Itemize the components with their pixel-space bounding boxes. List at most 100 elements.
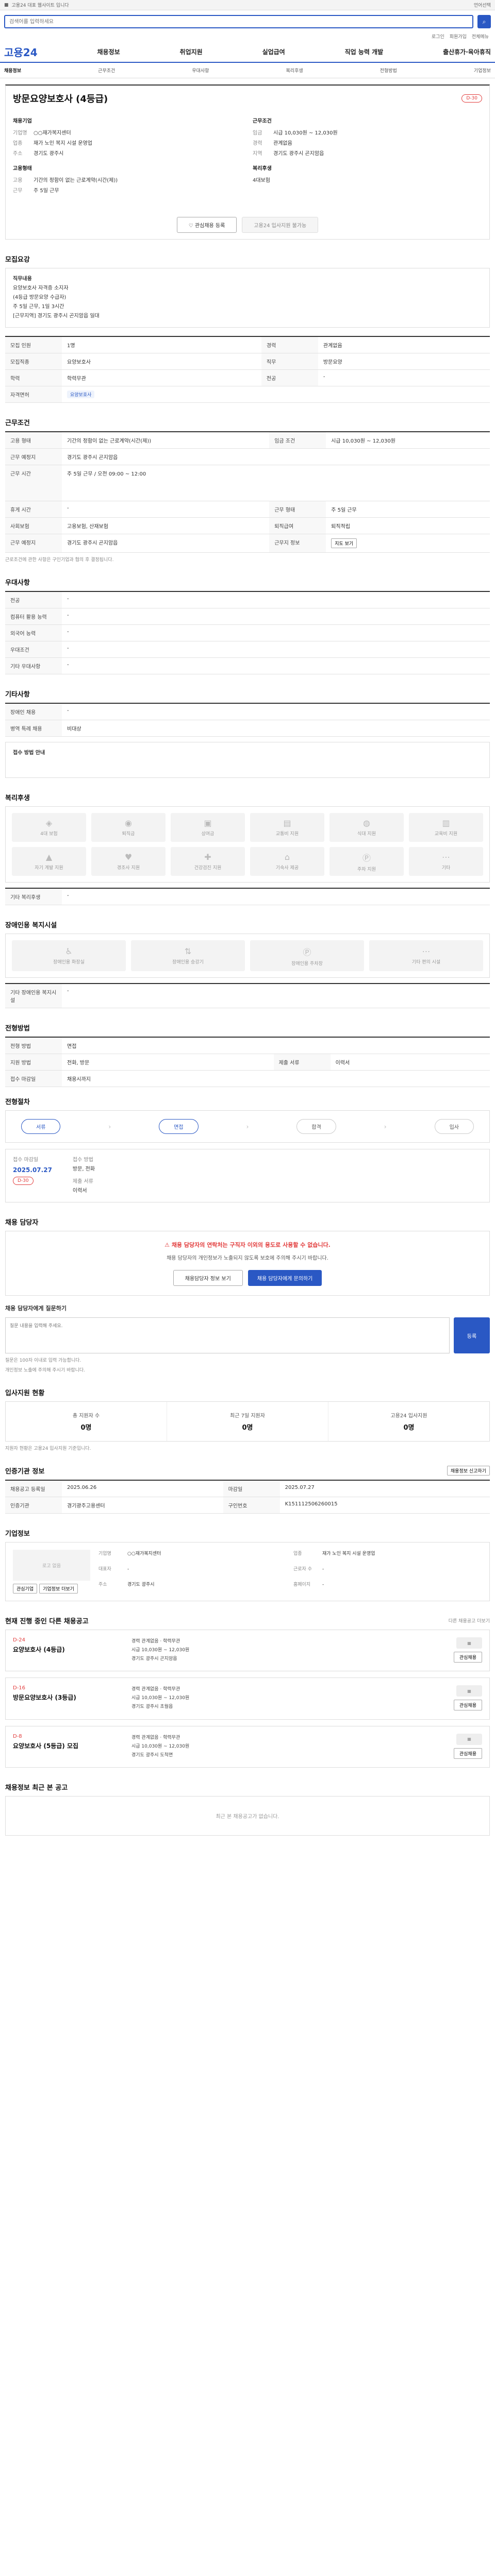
welfare-item: ▲ 자기 계발 지원 bbox=[12, 847, 86, 876]
card-title[interactable]: 방문요양보호사 (3등급) bbox=[13, 1693, 131, 1702]
job-card[interactable]: D-24 요양보호사 (4등급) 경력 관계없음 · 학력무관 시급 10,030원… bbox=[5, 1630, 490, 1672]
section-title: 전형방법 bbox=[5, 1025, 30, 1032]
table-row: 근무 예정지 경기도 광주시 곤지암읍 근무지 정보 지도 보기 bbox=[5, 534, 490, 553]
report-button[interactable]: 채용정보 신고하기 bbox=[447, 1466, 490, 1476]
tab-work[interactable]: 근무조건 bbox=[98, 67, 115, 74]
table-row: 채용공고 등록일 2025.06.26 마감일 2025.07.27 bbox=[5, 1480, 490, 1497]
table-cell: 지도 보기 bbox=[326, 534, 490, 553]
sitemap-link[interactable]: 전체메뉴 bbox=[472, 33, 489, 41]
card-scrap-button[interactable]: 관심채용 bbox=[453, 1748, 482, 1759]
disability-icon-grid: ♿ 장애인용 화장실 ⇅ 장애인용 승강기 Ⓟ 장애인용 주차장 ⋯ 기타 편의 시설 bbox=[5, 934, 490, 978]
gnb-item-leave[interactable]: 출산휴가·육아휴직 bbox=[443, 47, 491, 56]
section-title: 기업정보 bbox=[5, 1530, 30, 1538]
table-header-cell: 임금 조건 bbox=[269, 432, 326, 449]
scrap-button[interactable]: ♡ 관심채용 등록 bbox=[176, 217, 237, 233]
table-cell: 요양보호사 bbox=[62, 386, 490, 403]
qa-textarea[interactable] bbox=[5, 1317, 450, 1353]
apply-button[interactable]: 고용24 입사지원 불가능 bbox=[242, 217, 319, 233]
card-logo: ▦ bbox=[456, 1637, 482, 1649]
job-card[interactable]: D-16 방문요양보호사 (3등급) 경력 관계없음 · 학력무관 시급 10,03… bbox=[5, 1677, 490, 1720]
gnb-item-jobs[interactable]: 채용정보 bbox=[97, 47, 120, 56]
gnb-item-benefit[interactable]: 실업급여 bbox=[262, 47, 285, 56]
health-icon: ✚ bbox=[204, 852, 211, 862]
welfare-item: ✚ 건강검진 지원 bbox=[171, 847, 245, 876]
card-title[interactable]: 요양보호사 (4등급) bbox=[13, 1645, 131, 1654]
kv-value: 재가 노인 복지 시설 운영업 bbox=[322, 1551, 375, 1556]
table-header-cell: 근무지 정보 bbox=[269, 534, 326, 553]
gnb-item-support[interactable]: 취업지원 bbox=[180, 47, 203, 56]
card-line: 경력 관계없음 · 학력무관 bbox=[131, 1735, 180, 1740]
more-icon: ⋯ bbox=[422, 946, 431, 956]
table-header-cell: 접수 마감일 bbox=[5, 1070, 62, 1087]
tab-prefer[interactable]: 우대사항 bbox=[192, 67, 209, 74]
tab-process[interactable]: 전형방법 bbox=[380, 67, 397, 74]
apply-method-title: 접수 방법 안내 bbox=[13, 750, 45, 756]
site-logo[interactable]: 고용24 bbox=[4, 44, 38, 59]
others-more-link[interactable]: 다른 채용공고 더보기 bbox=[449, 1617, 490, 1624]
welfare-label: 퇴직금 bbox=[122, 832, 135, 837]
table-header-cell: 채용공고 등록일 bbox=[5, 1480, 62, 1497]
count-label: 총 지원자 수 bbox=[72, 1413, 100, 1419]
section-work: 근무조건 고용 형태 기간의 정함이 없는 근로계약(시간(제)) 임금 조건 시급 … bbox=[5, 417, 490, 563]
tab-recruit[interactable]: 채용정보 bbox=[4, 67, 21, 74]
header-cond-title: 근무조건 bbox=[253, 118, 272, 124]
work-note: 근로조건에 관한 사항은 구인기업과 협의 후 결정됩니다. bbox=[5, 557, 114, 563]
table-cell: 기간의 정함이 없는 근로계약(시간(제)) bbox=[62, 432, 270, 449]
card-scrap-button[interactable]: 관심채용 bbox=[453, 1652, 482, 1663]
table-cell: 경기광주고용센터 bbox=[62, 1497, 223, 1514]
content-line: 주 5일 근무, 1일 3시간 bbox=[13, 304, 64, 310]
welfare-label: 자기 계발 지원 bbox=[35, 866, 63, 871]
bus-icon: ▤ bbox=[283, 818, 291, 828]
login-link[interactable]: 로그인 bbox=[432, 33, 444, 41]
more-icon: ⋯ bbox=[442, 852, 450, 862]
company-more-button[interactable]: 기업정보 더보기 bbox=[39, 1584, 78, 1594]
table-cell: - bbox=[62, 657, 490, 674]
table-row: 근무 예정지 경기도 광주시 곤지암읍 bbox=[5, 448, 490, 465]
search-button[interactable]: ⌕ bbox=[477, 15, 491, 28]
kv-value: 재가 노인 복지 시설 운영업 bbox=[34, 141, 92, 146]
table-cell: 이력서 bbox=[330, 1054, 490, 1071]
map-button[interactable]: 지도 보기 bbox=[331, 538, 357, 548]
gnb-item-training[interactable]: 직업 능력 개발 bbox=[345, 47, 384, 56]
table-cell: 1명 bbox=[62, 336, 261, 353]
job-card[interactable]: D-8 요양보호사 (5등급) 모집 경력 관계없음 · 학력무관 시급 10,03… bbox=[5, 1725, 490, 1768]
manager-contact-button[interactable]: 채용 담당자에게 문의하기 bbox=[248, 1270, 322, 1286]
apply-dday-badge: D-30 bbox=[13, 1176, 34, 1185]
apply-method-label: 접수 방법 bbox=[72, 1157, 93, 1163]
card-title[interactable]: 요양보호사 (5등급) 모집 bbox=[13, 1741, 131, 1750]
table-header-cell: 제출 서류 bbox=[273, 1054, 331, 1071]
section-title: 복리후생 bbox=[5, 794, 30, 802]
table-row: 장애인 채용 - bbox=[5, 703, 490, 720]
welfare-item: ▣ 상여금 bbox=[171, 813, 245, 842]
table-header-cell: 기타 우대사항 bbox=[5, 657, 62, 674]
language-select[interactable]: 언어선택 bbox=[474, 2, 491, 8]
job-header: 방문요양보호사 (4등급) D-30 채용기업 기업명 ○○재가복지센터 업종 재가… bbox=[5, 84, 490, 240]
apply-date-value: 2025.07.27 bbox=[13, 1166, 52, 1174]
manager-info-button[interactable]: 채용담당자 정보 보기 bbox=[173, 1270, 243, 1286]
search-input[interactable] bbox=[4, 15, 473, 28]
table-header-cell: 학력 bbox=[5, 369, 62, 386]
kv-value: 기간의 정함이 없는 근로계약(시간(제)) bbox=[34, 178, 118, 183]
process-steps: 서류 › 면접 › 합격 › 입사 bbox=[5, 1110, 490, 1143]
card-logo: ▦ bbox=[456, 1733, 482, 1745]
steps-title: 전형절차 bbox=[5, 1098, 30, 1106]
card-scrap-button[interactable]: 관심채용 bbox=[453, 1700, 482, 1711]
join-link[interactable]: 회원가입 bbox=[450, 33, 467, 41]
welfare-label: 4대 보험 bbox=[40, 832, 58, 837]
table-header-cell: 장애인 채용 bbox=[5, 703, 62, 720]
table-header-cell: 경력 bbox=[261, 336, 318, 353]
count-value: 0명 bbox=[403, 1424, 415, 1432]
welfare-label: 경조사 지원 bbox=[117, 866, 140, 871]
kv-value[interactable]: - bbox=[322, 1582, 324, 1587]
company-scrap-button[interactable]: 관심기업 bbox=[13, 1584, 38, 1594]
qa-submit-button[interactable]: 등록 bbox=[454, 1317, 490, 1353]
global-nav: 고용24 채용정보 취업지원 실업급여 직업 능력 개발 출산휴가·육아휴직 bbox=[0, 41, 495, 63]
section-info: 인증기관 정보 채용정보 신고하기 채용공고 등록일 2025.06.26 마감일 2… bbox=[5, 1466, 490, 1514]
disability-etc-table: 기타 장애인용 복지시설 - bbox=[5, 983, 490, 1008]
tab-company[interactable]: 기업정보 bbox=[474, 67, 491, 74]
arrow-right-icon: › bbox=[246, 1123, 249, 1130]
section-company: 기업정보 로고 없음 관심기업 기업정보 더보기 기업명 ○○재가복지센터 업종 재… bbox=[5, 1528, 490, 1601]
kv-value: 4대보험 bbox=[253, 178, 270, 183]
section-title: 입사지원 현황 bbox=[5, 1389, 45, 1397]
tab-welfare[interactable]: 복리후생 bbox=[286, 67, 303, 74]
